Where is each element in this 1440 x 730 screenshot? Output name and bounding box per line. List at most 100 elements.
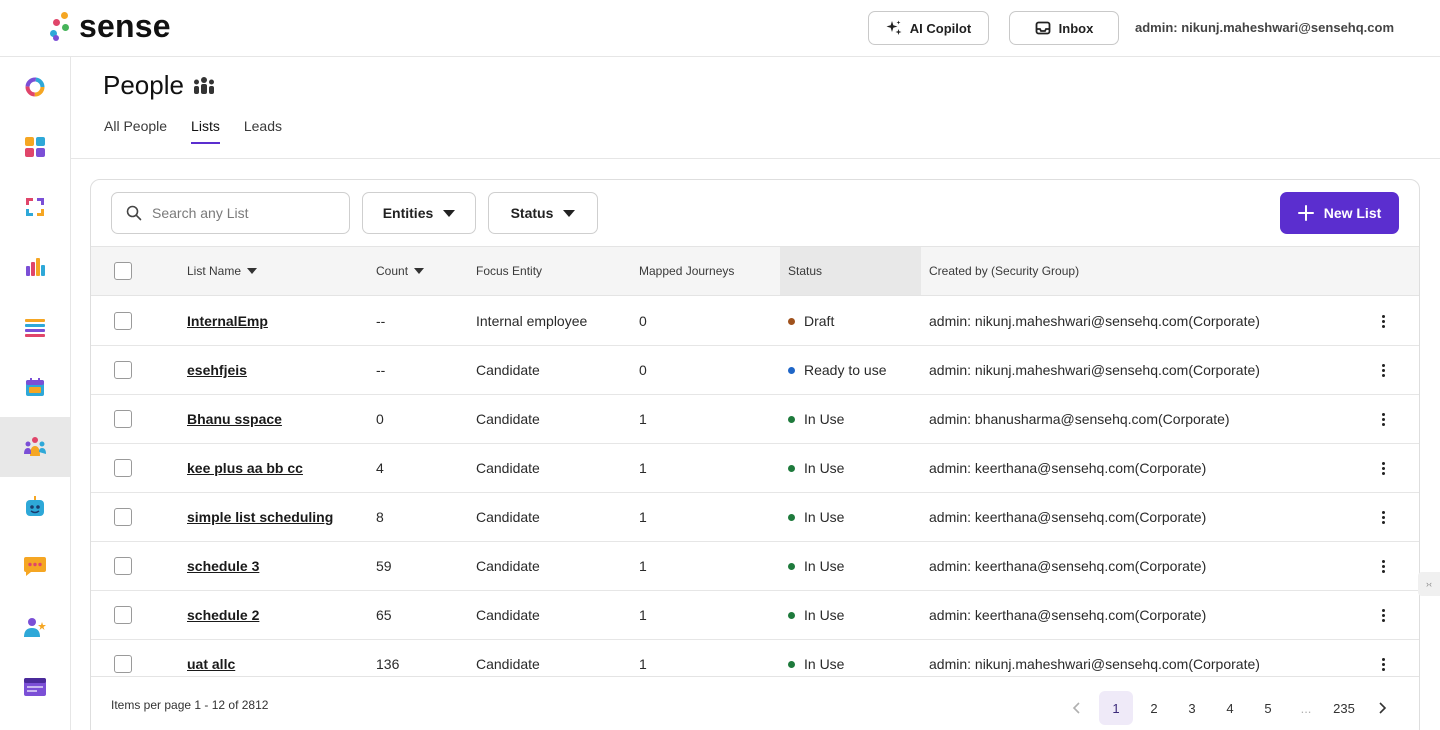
row-menu-button[interactable] — [1377, 542, 1389, 590]
page-number-button[interactable]: 1 — [1099, 691, 1133, 725]
sidebar-item-referrals[interactable] — [0, 597, 70, 657]
created-by-cell: admin: keerthana@sensehq.com(Corporate) — [929, 509, 1207, 525]
sidebar-item-lists[interactable] — [0, 297, 70, 357]
column-count-label: Count — [376, 264, 409, 278]
ai-copilot-button[interactable]: AI Copilot — [868, 11, 989, 45]
table-row[interactable]: simple list scheduling 8 Candidate 1 In Use a… — [91, 493, 1419, 542]
page-number-button[interactable]: 4 — [1213, 691, 1247, 725]
row-menu-button[interactable] — [1377, 395, 1389, 443]
row-checkbox[interactable] — [114, 508, 132, 526]
status-text: In Use — [804, 460, 845, 476]
sidebar-item-analytics[interactable] — [0, 237, 70, 297]
kebab-menu-icon — [1381, 608, 1385, 622]
count-cell: 4 — [376, 460, 384, 476]
table-row[interactable]: esehfjeis -- Candidate 0 Ready to use admin: … — [91, 346, 1419, 395]
list-name-link[interactable]: schedule 2 — [187, 591, 259, 639]
sidebar-item-workflows[interactable] — [0, 177, 70, 237]
search-input[interactable] — [152, 205, 332, 221]
people-tabs: All People Lists Leads — [104, 118, 282, 144]
list-name-link[interactable]: simple list scheduling — [187, 493, 333, 541]
sidebar-item-dashboard[interactable] — [0, 117, 70, 177]
items-per-page-label: Items per page 1 - 12 of 2812 — [111, 698, 269, 712]
status-text: In Use — [804, 411, 845, 427]
table-footer: Items per page 1 - 12 of 2812 1 2 3 4 5... 23… — [91, 676, 1419, 730]
sidebar-item-pages[interactable] — [0, 657, 70, 717]
created-by-cell: admin: keerthana@sensehq.com(Corporate) — [929, 460, 1207, 476]
row-checkbox[interactable] — [114, 459, 132, 477]
sidebar-item-calendar[interactable] — [0, 357, 70, 417]
status-dot-icon — [788, 317, 795, 325]
row-checkbox[interactable] — [114, 655, 132, 673]
sidebar-item-messaging[interactable] — [0, 537, 70, 597]
caret-down-icon — [563, 209, 576, 217]
page-number-button[interactable]: 235 — [1327, 691, 1361, 725]
tab-all-people[interactable]: All People — [104, 118, 167, 144]
side-panel-toggle[interactable]: ›‹ — [1418, 572, 1440, 596]
row-menu-button[interactable] — [1377, 297, 1389, 345]
created-by-cell: admin: keerthana@sensehq.com(Corporate) — [929, 607, 1207, 623]
focus-entity-cell: Candidate — [476, 607, 540, 623]
page-number-button[interactable]: 5 — [1251, 691, 1285, 725]
sidebar-item-home[interactable] — [0, 57, 70, 117]
table-row[interactable]: schedule 3 59 Candidate 1 In Use admin: keert… — [91, 542, 1419, 591]
sidebar-item-people[interactable] — [0, 417, 70, 477]
status-text: Draft — [804, 313, 835, 329]
page-number-button[interactable]: 2 — [1137, 691, 1171, 725]
count-cell: 0 — [376, 411, 384, 427]
mapped-journeys-cell: 0 — [639, 362, 647, 378]
row-checkbox[interactable] — [114, 557, 132, 575]
entities-filter-dropdown[interactable]: Entities — [362, 192, 476, 234]
row-menu-button[interactable] — [1377, 346, 1389, 394]
status-filter-dropdown[interactable]: Status — [488, 192, 598, 234]
kebab-menu-icon — [1381, 461, 1385, 475]
table-row[interactable]: Bhanu sspace 0 Candidate 1 In Use admin: bhan… — [91, 395, 1419, 444]
table-row[interactable]: InternalEmp -- Internal employee 0 Draft admi… — [91, 297, 1419, 346]
row-checkbox[interactable] — [114, 361, 132, 379]
new-list-button[interactable]: New List — [1280, 192, 1399, 234]
tab-lists[interactable]: Lists — [191, 118, 220, 144]
kebab-menu-icon — [1381, 314, 1385, 328]
brand-name: sense — [79, 8, 171, 44]
calendar-icon — [26, 378, 44, 396]
inbox-button[interactable]: Inbox — [1009, 11, 1119, 45]
list-name-link[interactable]: schedule 3 — [187, 542, 259, 590]
row-menu-button[interactable] — [1377, 493, 1389, 541]
status-cell: Draft — [788, 297, 834, 345]
list-name-link[interactable]: Bhanu sspace — [187, 395, 282, 443]
prev-page-button[interactable] — [1060, 691, 1094, 725]
column-focus-entity: Focus Entity — [476, 247, 542, 295]
row-select-cell — [114, 493, 132, 541]
row-checkbox[interactable] — [114, 410, 132, 428]
user-account[interactable]: admin: nikunj.maheshwari@sensehq.com — [1135, 20, 1394, 35]
column-mapped-journeys-label: Mapped Journeys — [639, 264, 735, 278]
page-number-button[interactable]: 3 — [1175, 691, 1209, 725]
focus-entity-cell: Internal employee — [476, 313, 588, 329]
list-name-link[interactable]: kee plus aa bb cc — [187, 444, 303, 492]
row-checkbox[interactable] — [114, 312, 132, 330]
lists-card: Entities Status New List List Name Count… — [90, 179, 1420, 730]
tab-leads[interactable]: Leads — [244, 118, 282, 144]
sidebar-item-bot[interactable] — [0, 477, 70, 537]
list-name-link[interactable]: esehfjeis — [187, 346, 247, 394]
column-focus-entity-label: Focus Entity — [476, 264, 543, 278]
column-status: Status — [780, 247, 921, 295]
column-list-name[interactable]: List Name — [187, 247, 258, 295]
sense-logo[interactable]: sense — [47, 10, 171, 42]
next-page-button[interactable] — [1365, 691, 1399, 725]
table-row[interactable]: schedule 2 65 Candidate 1 In Use admin: keert… — [91, 591, 1419, 640]
focus-entity-cell: Candidate — [476, 411, 540, 427]
status-dot-icon — [788, 611, 795, 619]
row-checkbox[interactable] — [114, 606, 132, 624]
page-title: People — [103, 70, 184, 100]
table-row[interactable]: kee plus aa bb cc 4 Candidate 1 In Use admin:… — [91, 444, 1419, 493]
sparkle-icon — [886, 20, 902, 35]
select-all-checkbox[interactable] — [114, 262, 132, 280]
ring-icon — [25, 77, 45, 97]
row-menu-button[interactable] — [1377, 444, 1389, 492]
status-text: In Use — [804, 509, 845, 525]
column-count[interactable]: Count — [376, 247, 425, 295]
search-field[interactable] — [111, 192, 350, 234]
row-menu-button[interactable] — [1377, 591, 1389, 639]
list-name-link[interactable]: InternalEmp — [187, 297, 268, 345]
status-dot-icon — [788, 562, 795, 570]
